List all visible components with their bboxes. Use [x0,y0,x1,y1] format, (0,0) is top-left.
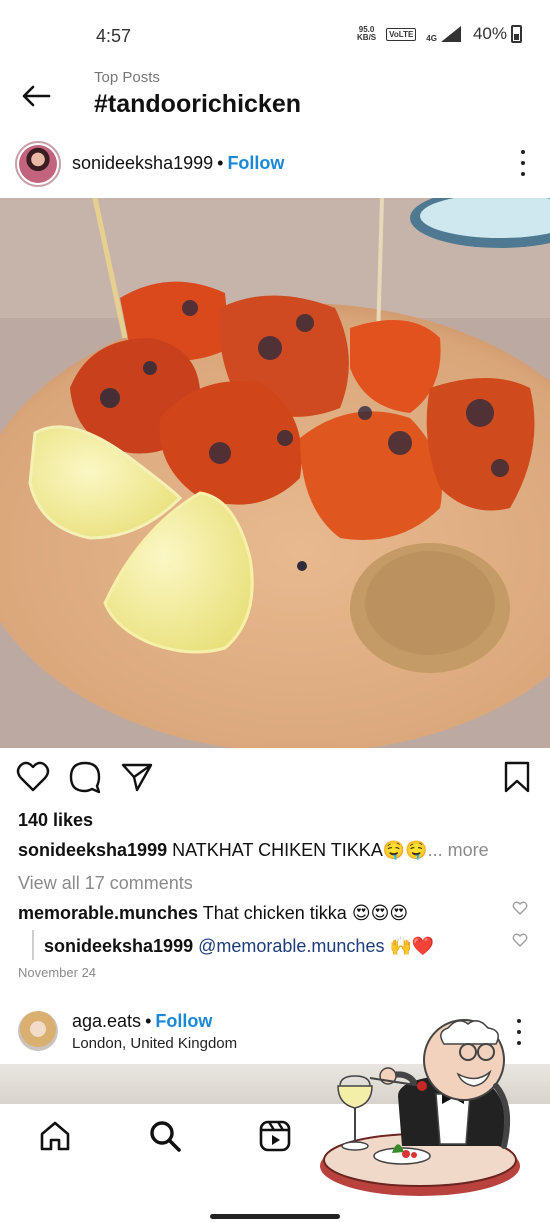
search-icon[interactable] [147,1118,183,1154]
home-icon[interactable] [37,1118,73,1154]
next-post-username[interactable]: aga.eats [72,1011,141,1031]
likes-count[interactable]: 140 likes [18,810,93,831]
caption-username[interactable]: sonideeksha1999 [18,840,167,860]
post-actions [0,760,550,796]
home-indicator[interactable] [210,1214,340,1219]
comment-icon[interactable] [68,760,102,794]
reels-icon[interactable] [257,1118,293,1154]
follow-button[interactable]: Follow [155,1011,212,1031]
reply-mention[interactable]: @memorable.munches [198,936,384,956]
status-time: 4:57 [96,26,132,46]
arrow-left-icon [22,85,51,107]
caption-text: NATKHAT CHIKEN TIKKA🤤🤤 [172,840,428,860]
signal-icon: 4G [426,25,463,43]
comment-text: That chicken tikka 😍😍😍 [202,903,409,923]
battery-icon [511,25,522,43]
caption-more-link[interactable]: ... more [428,840,489,860]
post-header: sonideeksha1999 • Follow [0,138,550,190]
next-post-location[interactable]: London, United Kingdom [72,1035,237,1052]
network-speed: 95.0 KB/S [357,25,377,42]
comment-username[interactable]: memorable.munches [18,903,198,923]
heart-icon[interactable] [16,760,50,794]
reply-like-heart-icon[interactable] [512,932,528,948]
post-image[interactable] [0,198,550,748]
reply-text: 🙌❤️ [389,936,435,956]
avatar[interactable] [18,1011,58,1051]
chef-mascot-logo [320,1019,520,1196]
reply-item: sonideeksha1999 @memorable.munches 🙌❤️ [44,936,434,957]
food-photo [0,198,550,748]
post-username[interactable]: sonideeksha1999 [72,153,213,173]
back-button[interactable] [18,78,54,114]
post-date: November 24 [18,965,97,980]
page-subtitle: Top Posts [94,69,160,86]
avatar[interactable] [15,141,61,187]
comment-like-heart-icon[interactable] [512,900,528,916]
post-caption: sonideeksha1999 NATKHAT CHIKEN TIKKA🤤🤤..… [18,840,489,861]
more-options-icon[interactable] [518,150,528,176]
battery-indicator: 40% [473,24,522,44]
next-post-user-line: aga.eats • Follow [72,1011,213,1031]
page-title: #tandoorichicken [94,90,301,118]
bookmark-icon[interactable] [500,760,534,794]
volte-icon: VoLTE [386,27,417,41]
follow-button[interactable]: Follow [227,153,284,173]
reply-username[interactable]: sonideeksha1999 [44,936,193,956]
status-bar: 4:57 95.0 KB/S VoLTE 4G 40% [0,0,550,70]
comment-item: memorable.munches That chicken tikka 😍😍😍 [18,903,408,924]
view-comments-link[interactable]: View all 17 comments [18,873,193,894]
post-user-line: sonideeksha1999 • Follow [72,153,285,173]
reply-thread-line [32,930,34,960]
status-indicators: 95.0 KB/S VoLTE 4G 40% [357,24,522,44]
share-icon[interactable] [120,760,154,794]
page-header: Top Posts #tandoorichicken [0,62,550,132]
